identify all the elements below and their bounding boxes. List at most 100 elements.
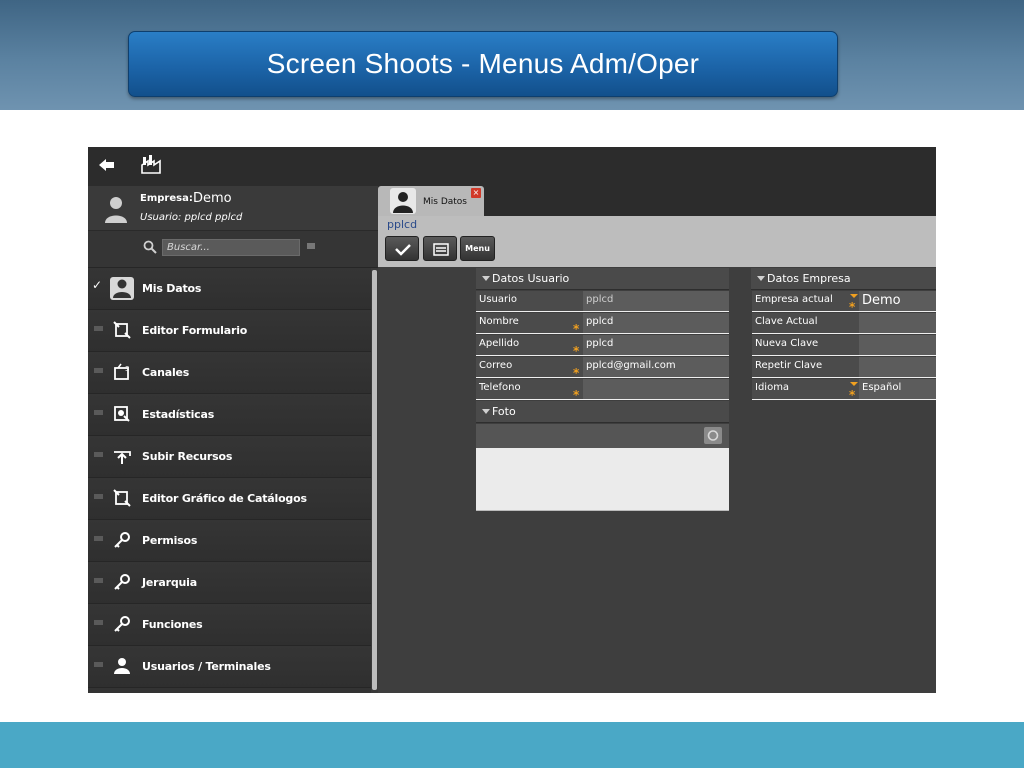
panel-foto-header[interactable]: Foto xyxy=(476,401,729,423)
arrow-left-icon[interactable] xyxy=(98,157,116,177)
key-icon xyxy=(112,530,132,550)
sidebar-item-label: Funciones xyxy=(142,618,203,631)
collapse-arrow-icon xyxy=(482,409,490,414)
panel-datos-empresa-header[interactable]: Datos Empresa xyxy=(751,268,936,290)
sidebar-item-editor-formulario[interactable]: Editor Formulario xyxy=(88,310,371,352)
telefono-field[interactable] xyxy=(583,379,729,400)
item-marker xyxy=(94,326,103,331)
foto-preview[interactable] xyxy=(476,448,729,511)
sidebar-item-label: Jerarquia xyxy=(142,576,197,589)
apellido-field[interactable]: pplcd xyxy=(583,335,729,356)
collapse-arrow-icon xyxy=(482,276,490,281)
field-label: Empresa actual xyxy=(752,291,859,312)
catalog-edit-icon xyxy=(112,488,132,508)
sidebar-item-editor-grafico-catalogos[interactable]: Editor Gráfico de Catálogos xyxy=(88,478,371,520)
required-icon: * xyxy=(573,388,580,402)
search-options-icon[interactable] xyxy=(307,243,315,249)
empresa-value: Demo xyxy=(193,191,232,206)
empresa-label: Empresa: xyxy=(140,193,193,204)
sidebar-item-label: Permisos xyxy=(142,534,198,547)
foto-toolbar xyxy=(476,424,729,448)
list-button[interactable] xyxy=(423,236,457,261)
save-button[interactable] xyxy=(385,236,419,261)
idioma-select[interactable]: Español xyxy=(859,379,936,400)
field-label: Correo xyxy=(476,357,583,378)
required-icon: * xyxy=(573,322,580,336)
form-row-idioma: Idioma * Español xyxy=(752,379,936,401)
field-label: Clave Actual xyxy=(752,313,859,334)
panel-title: Foto xyxy=(492,405,516,418)
sidebar-scrollbar[interactable] xyxy=(371,268,378,693)
required-icon: * xyxy=(849,300,856,314)
usuario-line: Usuario: pplcd pplcd xyxy=(140,212,243,223)
form-row-repetir-clave: Repetir Clave xyxy=(752,357,936,379)
field-label: Nueva Clave xyxy=(752,335,859,356)
tab-label: Mis Datos xyxy=(423,197,467,207)
email-field[interactable]: pplcd@gmail.com xyxy=(583,357,729,378)
sidebar-item-jerarquia[interactable]: Jerarquia xyxy=(88,562,371,604)
slide-footer-band xyxy=(0,722,1024,768)
sidebar-item-estadisticas[interactable]: Estadísticas xyxy=(88,394,371,436)
avatar xyxy=(104,194,128,224)
user-icon xyxy=(110,277,134,300)
app-topbar xyxy=(88,147,936,186)
chevron-down-icon[interactable] xyxy=(850,382,858,386)
item-marker xyxy=(94,452,103,457)
slide: Screen Shoots - Menus Adm/Oper Empresa: … xyxy=(0,0,1024,768)
panel-datos-usuario-header[interactable]: Datos Usuario xyxy=(476,268,729,290)
breadcrumb: pplcd xyxy=(387,218,418,231)
sidebar-item-label: Usuarios / Terminales xyxy=(142,660,271,673)
field-label: Nombre xyxy=(476,313,583,334)
sidebar-item-funciones[interactable]: Funciones xyxy=(88,604,371,646)
field-label: Idioma xyxy=(752,379,859,400)
item-marker xyxy=(94,368,103,373)
required-icon: * xyxy=(573,366,580,380)
tab-strip: Mis Datos × xyxy=(378,186,936,216)
empresa-select[interactable]: Demo xyxy=(859,291,936,312)
required-icon: * xyxy=(573,344,580,358)
app-screenshot: Empresa: Demo Usuario: pplcd pplcd ✓ Mis… xyxy=(88,147,936,693)
collapse-arrow-icon xyxy=(757,276,765,281)
item-marker xyxy=(94,578,103,583)
panel-title: Datos Empresa xyxy=(767,272,851,285)
search-input[interactable] xyxy=(162,239,300,256)
usuario-field[interactable]: pplcd xyxy=(583,291,729,312)
form-row-usuario: Usuario pplcd xyxy=(476,291,729,313)
factory-icon[interactable] xyxy=(141,154,163,178)
sidebar-item-mis-datos[interactable]: ✓ Mis Datos xyxy=(88,268,371,310)
field-label: Repetir Clave xyxy=(752,357,859,378)
sidebar-menu: ✓ Mis Datos Editor Formulario 3 Canales … xyxy=(88,268,371,693)
item-marker xyxy=(94,536,103,541)
chevron-down-icon[interactable] xyxy=(850,294,858,298)
tab-mis-datos[interactable]: Mis Datos × xyxy=(378,186,484,216)
repetir-clave-field[interactable] xyxy=(859,357,936,378)
item-marker xyxy=(94,620,103,625)
sidebar-item-canales[interactable]: 3 Canales xyxy=(88,352,371,394)
clave-actual-field[interactable] xyxy=(859,313,936,334)
sidebar-item-permisos[interactable]: Permisos xyxy=(88,520,371,562)
sidebar-item-label: Subir Recursos xyxy=(142,450,233,463)
sidebar-item-label: Canales xyxy=(142,366,190,379)
upload-icon xyxy=(112,446,132,466)
sidebar-item-usuarios-terminales[interactable]: Usuarios / Terminales xyxy=(88,646,371,688)
scrollbar-thumb[interactable] xyxy=(372,270,377,690)
sidebar: Empresa: Demo Usuario: pplcd pplcd ✓ Mis… xyxy=(88,186,378,693)
sidebar-item-label: Mis Datos xyxy=(142,282,202,295)
sidebar-item-subir-recursos[interactable]: Subir Recursos xyxy=(88,436,371,478)
user-icon xyxy=(112,656,132,676)
form-edit-icon xyxy=(112,320,132,340)
form-row-telefono: Telefono * xyxy=(476,379,729,401)
menu-button[interactable]: Menu xyxy=(460,236,495,261)
nueva-clave-field[interactable] xyxy=(859,335,936,356)
slide-title: Screen Shoots - Menus Adm/Oper xyxy=(266,48,700,79)
search-icon xyxy=(143,239,157,254)
nombre-field[interactable]: pplcd xyxy=(583,313,729,334)
field-label: Usuario xyxy=(476,291,583,312)
search-row xyxy=(88,231,378,268)
refresh-icon[interactable] xyxy=(704,427,722,444)
stats-icon xyxy=(112,404,132,424)
close-icon[interactable]: × xyxy=(471,188,481,198)
key-icon xyxy=(112,572,132,592)
required-icon: * xyxy=(849,388,856,402)
field-label: Apellido xyxy=(476,335,583,356)
